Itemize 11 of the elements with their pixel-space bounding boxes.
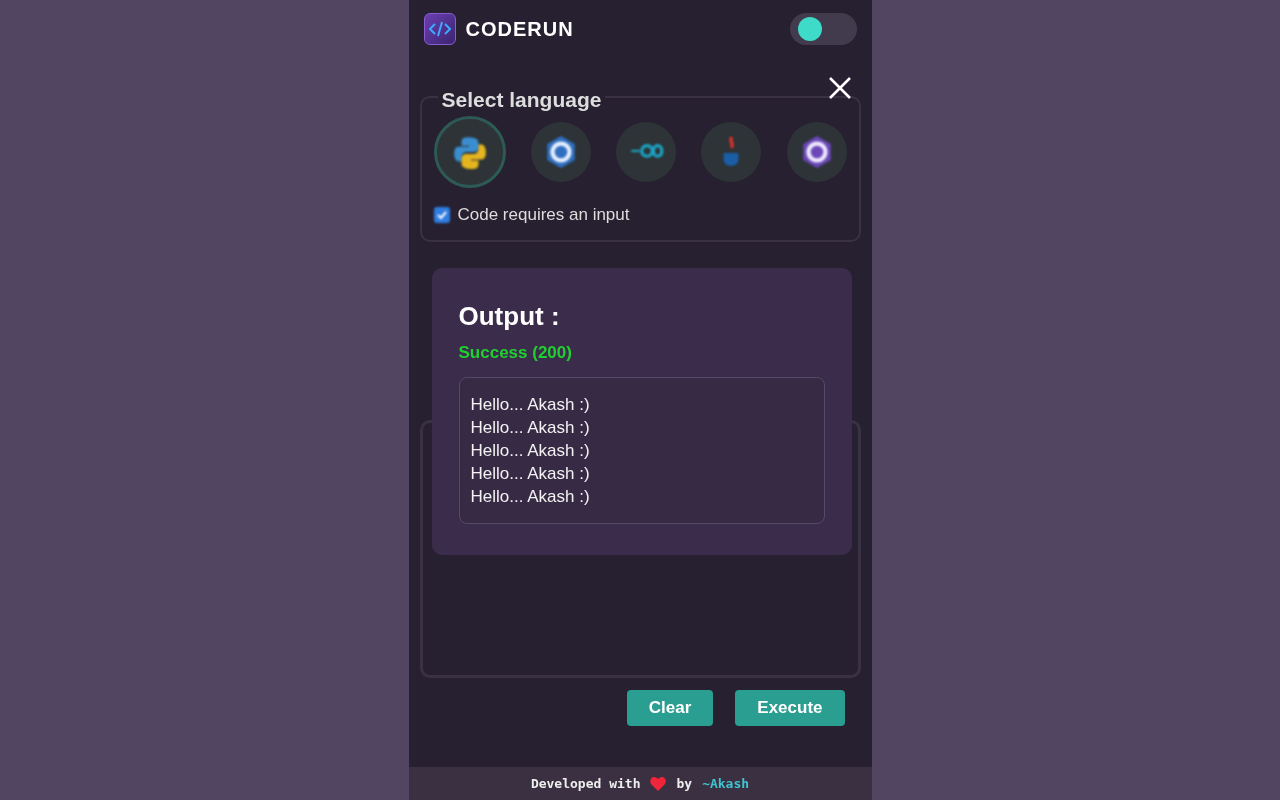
- output-line: Hello... Akash :): [470, 440, 591, 463]
- output-line: Hello... Akash :): [470, 486, 591, 509]
- output-line: Hello... Akash :): [470, 417, 591, 440]
- output-line: Hello... Akash :): [470, 463, 591, 486]
- checkbox-label: Code requires an input: [457, 204, 630, 226]
- status-text: Success (200): [458, 341, 573, 364]
- footer-text: Developed with: [530, 774, 641, 793]
- dialog-title: Output :: [458, 302, 561, 331]
- app-title: CODERUN: [465, 17, 574, 42]
- footer-text: by: [676, 774, 693, 793]
- output-line: Hello... Akash :): [470, 394, 591, 417]
